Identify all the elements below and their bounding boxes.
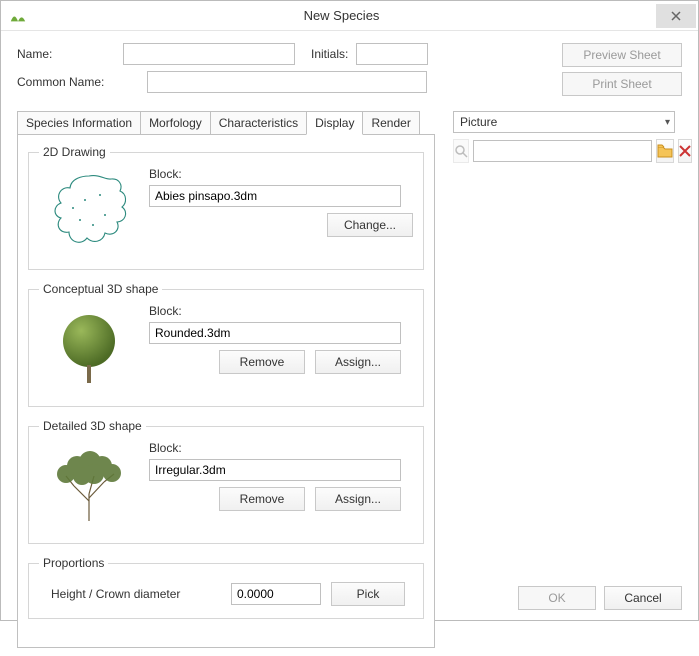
block-label-conceptual: Block:	[149, 304, 413, 318]
picture-combo[interactable]: Picture ▾	[453, 111, 675, 133]
block-label-detailed: Block:	[149, 441, 413, 455]
close-button[interactable]	[656, 4, 696, 28]
window-title: New Species	[27, 8, 656, 23]
group-proportions: Proportions Height / Crown diameter Pick	[28, 556, 424, 619]
group-detailed-3d: Detailed 3D shape	[28, 419, 424, 544]
preview-detailed-3d	[39, 441, 139, 531]
proportions-label: Height / Crown diameter	[51, 587, 221, 601]
tab-render[interactable]: Render	[362, 111, 419, 135]
name-label: Name:	[17, 47, 123, 61]
group-conceptual-3d: Conceptual 3D shape Block:	[28, 282, 424, 407]
cancel-button[interactable]: Cancel	[604, 586, 682, 610]
preview-conceptual-3d	[39, 304, 139, 394]
preview-sheet-button[interactable]: Preview Sheet	[562, 43, 682, 67]
remove-button-conceptual[interactable]: Remove	[219, 350, 305, 374]
close-icon	[671, 11, 681, 21]
tab-characteristics[interactable]: Characteristics	[210, 111, 307, 135]
group-proportions-legend: Proportions	[39, 556, 108, 570]
group-2d-drawing-legend: 2D Drawing	[39, 145, 110, 159]
initials-label: Initials:	[311, 47, 348, 61]
ok-button[interactable]: OK	[518, 586, 596, 610]
title-bar: New Species	[1, 1, 698, 31]
group-2d-drawing: 2D Drawing Block: Change..	[28, 145, 424, 270]
name-input[interactable]	[123, 43, 295, 65]
common-name-input[interactable]	[147, 71, 427, 93]
proportions-input[interactable]	[231, 583, 321, 605]
assign-button-detailed[interactable]: Assign...	[315, 487, 401, 511]
delete-picture-button[interactable]	[678, 139, 692, 163]
tab-body-display: 2D Drawing Block: Change..	[17, 134, 435, 648]
app-icon	[9, 9, 27, 23]
common-name-label: Common Name:	[17, 75, 147, 89]
assign-button-conceptual[interactable]: Assign...	[315, 350, 401, 374]
chevron-down-icon: ▾	[665, 117, 670, 128]
delete-icon	[679, 145, 691, 157]
tab-species-information[interactable]: Species Information	[17, 111, 141, 135]
group-conceptual-3d-legend: Conceptual 3D shape	[39, 282, 162, 296]
tab-morfology[interactable]: Morfology	[140, 111, 211, 135]
remove-button-detailed[interactable]: Remove	[219, 487, 305, 511]
search-icon	[454, 144, 468, 158]
picture-combo-label: Picture	[460, 115, 497, 129]
tree-rounded-icon	[49, 307, 129, 391]
block-input-conceptual[interactable]	[149, 322, 401, 344]
tab-display[interactable]: Display	[306, 111, 363, 135]
pick-button[interactable]: Pick	[331, 582, 405, 606]
block-input-2d[interactable]	[149, 185, 401, 207]
initials-input[interactable]	[356, 43, 428, 65]
change-button-2d[interactable]: Change...	[327, 213, 413, 237]
browse-picture-button[interactable]	[656, 139, 674, 163]
tree-irregular-icon	[44, 446, 134, 526]
folder-icon	[657, 144, 673, 158]
picture-path-input[interactable]	[473, 140, 652, 162]
tree-plan-icon	[45, 170, 133, 254]
search-picture-button	[453, 139, 469, 163]
tab-strip: Species Information Morfology Characteri…	[17, 111, 435, 135]
print-sheet-button[interactable]: Print Sheet	[562, 72, 682, 96]
block-label-2d: Block:	[149, 167, 413, 181]
preview-2d-drawing	[39, 167, 139, 257]
group-detailed-3d-legend: Detailed 3D shape	[39, 419, 146, 433]
block-input-detailed[interactable]	[149, 459, 401, 481]
